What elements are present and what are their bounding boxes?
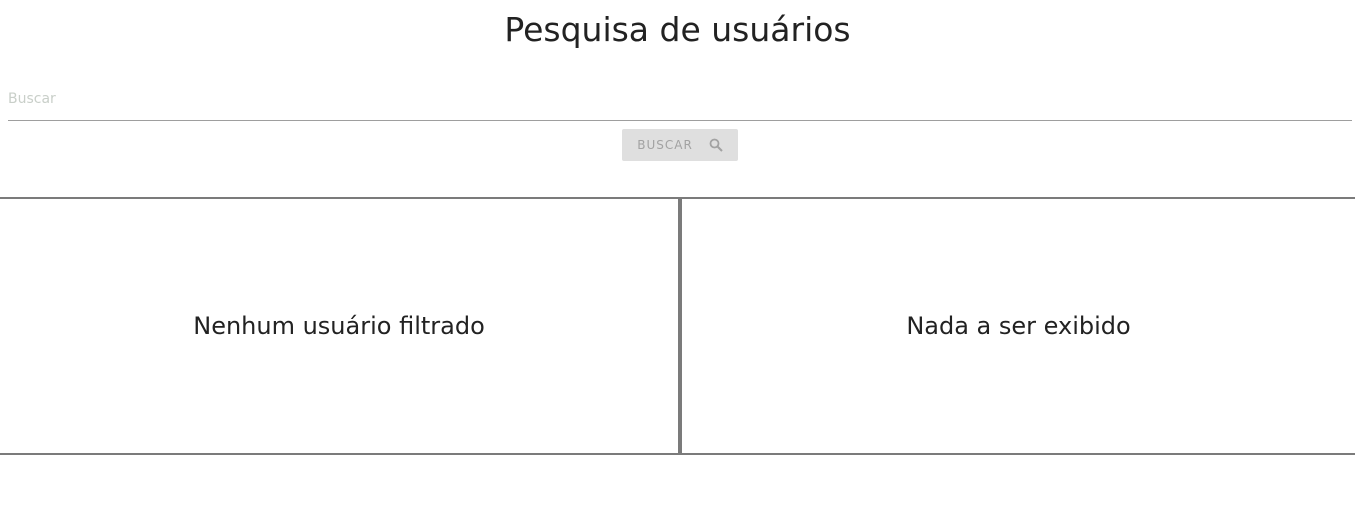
- page-title: Pesquisa de usuários: [504, 10, 851, 49]
- user-details-panel: Nada a ser exibido: [682, 199, 1355, 453]
- results-panels: Nenhum usuário filtrado Nada a ser exibi…: [0, 197, 1355, 455]
- page: Pesquisa de usuários BUSCAR Nenhum usuár…: [0, 0, 1355, 516]
- search-button-label: BUSCAR: [637, 138, 693, 152]
- search-input[interactable]: [8, 84, 1352, 114]
- search-icon: [709, 138, 723, 152]
- search-button[interactable]: BUSCAR: [622, 129, 738, 161]
- filtered-users-message: Nenhum usuário filtrado: [193, 312, 485, 340]
- user-details-message: Nada a ser exibido: [906, 312, 1131, 340]
- search-field: [8, 84, 1352, 121]
- filtered-users-panel: Nenhum usuário filtrado: [0, 199, 682, 453]
